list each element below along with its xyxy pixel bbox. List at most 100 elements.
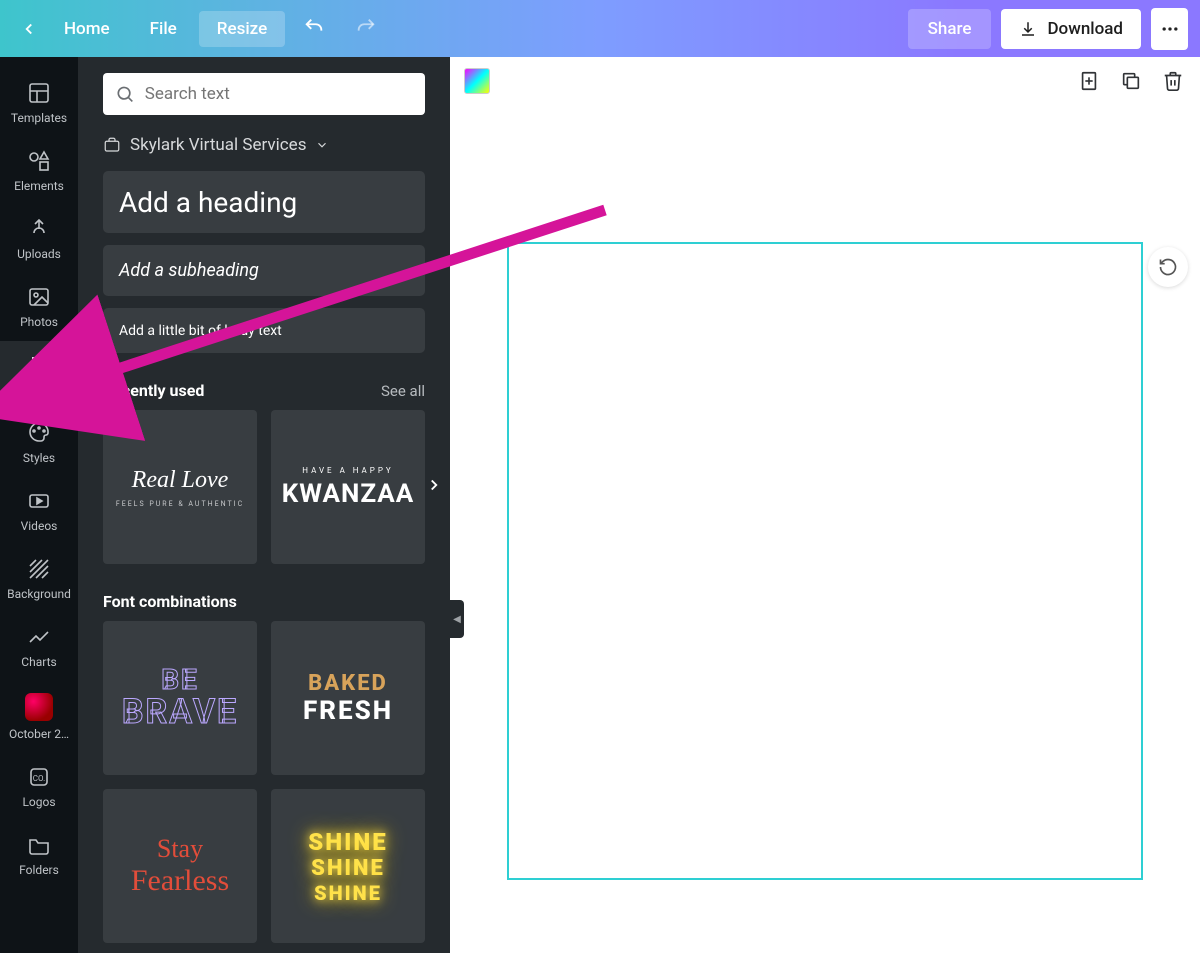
design-page[interactable]	[507, 242, 1143, 880]
card-overline: HAVE A HAPPY	[302, 466, 393, 475]
undo-redo-group	[303, 16, 377, 42]
ellipsis-icon	[1160, 19, 1180, 39]
rail-label: October 2…	[9, 727, 69, 741]
rail-text[interactable]: Text	[0, 341, 78, 409]
rail-background[interactable]: Background	[0, 545, 78, 613]
share-button[interactable]: Share	[908, 9, 992, 49]
elements-icon	[27, 149, 51, 173]
download-button[interactable]: Download	[1001, 9, 1141, 49]
rail-styles[interactable]: Styles	[0, 409, 78, 477]
logos-icon: CO.	[27, 765, 51, 789]
delete-page-icon[interactable]	[1160, 68, 1186, 94]
redo-icon[interactable]	[355, 16, 377, 42]
videos-icon	[27, 489, 51, 513]
recent-template-real-love[interactable]: Real Love FEELS PURE & AUTHENTIC	[103, 410, 257, 564]
rail-october-folder[interactable]: October 2…	[0, 681, 78, 753]
rail-label: Text	[28, 383, 51, 397]
charts-icon	[27, 625, 51, 649]
rail-label: Folders	[19, 863, 59, 877]
recent-template-kwanzaa[interactable]: HAVE A HAPPY KWANZAA	[271, 410, 425, 564]
add-body-label: Add a little bit of body text	[119, 323, 282, 339]
svg-text:CO.: CO.	[33, 774, 45, 783]
briefcase-icon	[103, 136, 121, 154]
combo-line1: BE	[161, 665, 199, 694]
font-combinations-grid: BE BRAVE BAKED FRESH Stay Fearless SHINE…	[103, 621, 425, 943]
brand-label: Skylark Virtual Services	[130, 135, 306, 155]
rail-elements[interactable]: Elements	[0, 137, 78, 205]
add-subheading-label: Add a subheading	[119, 260, 259, 281]
file-button[interactable]: File	[132, 11, 195, 47]
search-box[interactable]	[103, 73, 425, 115]
combo-line3: SHINE	[314, 881, 382, 905]
card-subtitle: FEELS PURE & AUTHENTIC	[116, 500, 244, 508]
rail-videos[interactable]: Videos	[0, 477, 78, 545]
rail-label: Charts	[21, 655, 56, 669]
combo-line1: BAKED	[308, 671, 388, 696]
rail-label: Background	[7, 587, 71, 601]
uploads-icon	[27, 217, 51, 241]
font-combinations-title: Font combinations	[103, 592, 237, 611]
add-heading-label: Add a heading	[119, 186, 297, 219]
rail-uploads[interactable]: Uploads	[0, 205, 78, 273]
reset-view-button[interactable]	[1148, 247, 1188, 287]
combo-stay-fearless[interactable]: Stay Fearless	[103, 789, 257, 943]
background-icon	[27, 557, 51, 581]
rail-label: Elements	[14, 179, 64, 193]
add-page-icon[interactable]	[1076, 68, 1102, 94]
resize-button[interactable]: Resize	[199, 11, 285, 47]
card-title: Real Love	[132, 467, 229, 494]
combo-line1: Stay	[157, 835, 203, 864]
design-stage[interactable]	[450, 162, 1200, 953]
see-all-link[interactable]: See all	[381, 382, 425, 400]
canvas-toolbar	[450, 57, 1200, 105]
text-panel: Skylark Virtual Services Add a heading A…	[78, 57, 450, 953]
folders-icon	[27, 833, 51, 857]
undo-icon[interactable]	[303, 16, 325, 42]
back-icon[interactable]	[20, 20, 38, 38]
recently-used-grid: Real Love FEELS PURE & AUTHENTIC HAVE A …	[103, 410, 425, 564]
download-label: Download	[1047, 19, 1123, 39]
rail-label: Logos	[22, 795, 55, 809]
photos-icon	[27, 285, 51, 309]
rail-templates[interactable]: Templates	[0, 69, 78, 137]
folder-thumb-icon	[25, 693, 53, 721]
recently-used-title: Recently used	[103, 381, 204, 400]
background-color-swatch[interactable]	[464, 68, 490, 94]
chevron-down-icon	[315, 138, 329, 152]
download-icon	[1019, 20, 1037, 38]
rail-folders[interactable]: Folders	[0, 821, 78, 889]
top-bar-left: Home File Resize	[20, 11, 377, 47]
rail-label: Uploads	[17, 247, 61, 261]
combo-shine[interactable]: SHINE SHINE SHINE	[271, 789, 425, 943]
text-icon	[27, 353, 51, 377]
canvas-area	[450, 57, 1200, 953]
styles-icon	[27, 421, 51, 445]
add-heading-button[interactable]: Add a heading	[103, 171, 425, 233]
combo-baked-fresh[interactable]: BAKED FRESH	[271, 621, 425, 775]
rail-label: Photos	[20, 315, 58, 329]
templates-icon	[27, 81, 51, 105]
brand-kit-selector[interactable]: Skylark Virtual Services	[103, 135, 425, 155]
rail-label: Styles	[23, 451, 55, 465]
side-rail: Templates Elements Uploads Photos Text S…	[0, 57, 78, 953]
refresh-icon	[1158, 257, 1178, 277]
combo-line1: SHINE	[308, 828, 387, 856]
scroll-right-icon[interactable]	[425, 476, 443, 498]
add-subheading-button[interactable]: Add a subheading	[103, 245, 425, 296]
duplicate-page-icon[interactable]	[1118, 68, 1144, 94]
top-bar: Home File Resize Share Download	[0, 0, 1200, 57]
rail-label: Videos	[21, 519, 58, 533]
combo-line2: SHINE	[311, 856, 385, 881]
add-body-text-button[interactable]: Add a little bit of body text	[103, 308, 425, 353]
combo-be-brave[interactable]: BE BRAVE	[103, 621, 257, 775]
rail-label: Templates	[11, 111, 67, 125]
rail-photos[interactable]: Photos	[0, 273, 78, 341]
collapse-panel-button[interactable]: ◀	[450, 600, 464, 638]
home-button[interactable]: Home	[46, 11, 128, 47]
search-input[interactable]	[145, 84, 413, 104]
rail-charts[interactable]: Charts	[0, 613, 78, 681]
more-button[interactable]	[1151, 8, 1188, 50]
combo-line2: Fearless	[131, 864, 229, 897]
rail-logos[interactable]: CO. Logos	[0, 753, 78, 821]
combo-line2: FRESH	[303, 696, 393, 726]
